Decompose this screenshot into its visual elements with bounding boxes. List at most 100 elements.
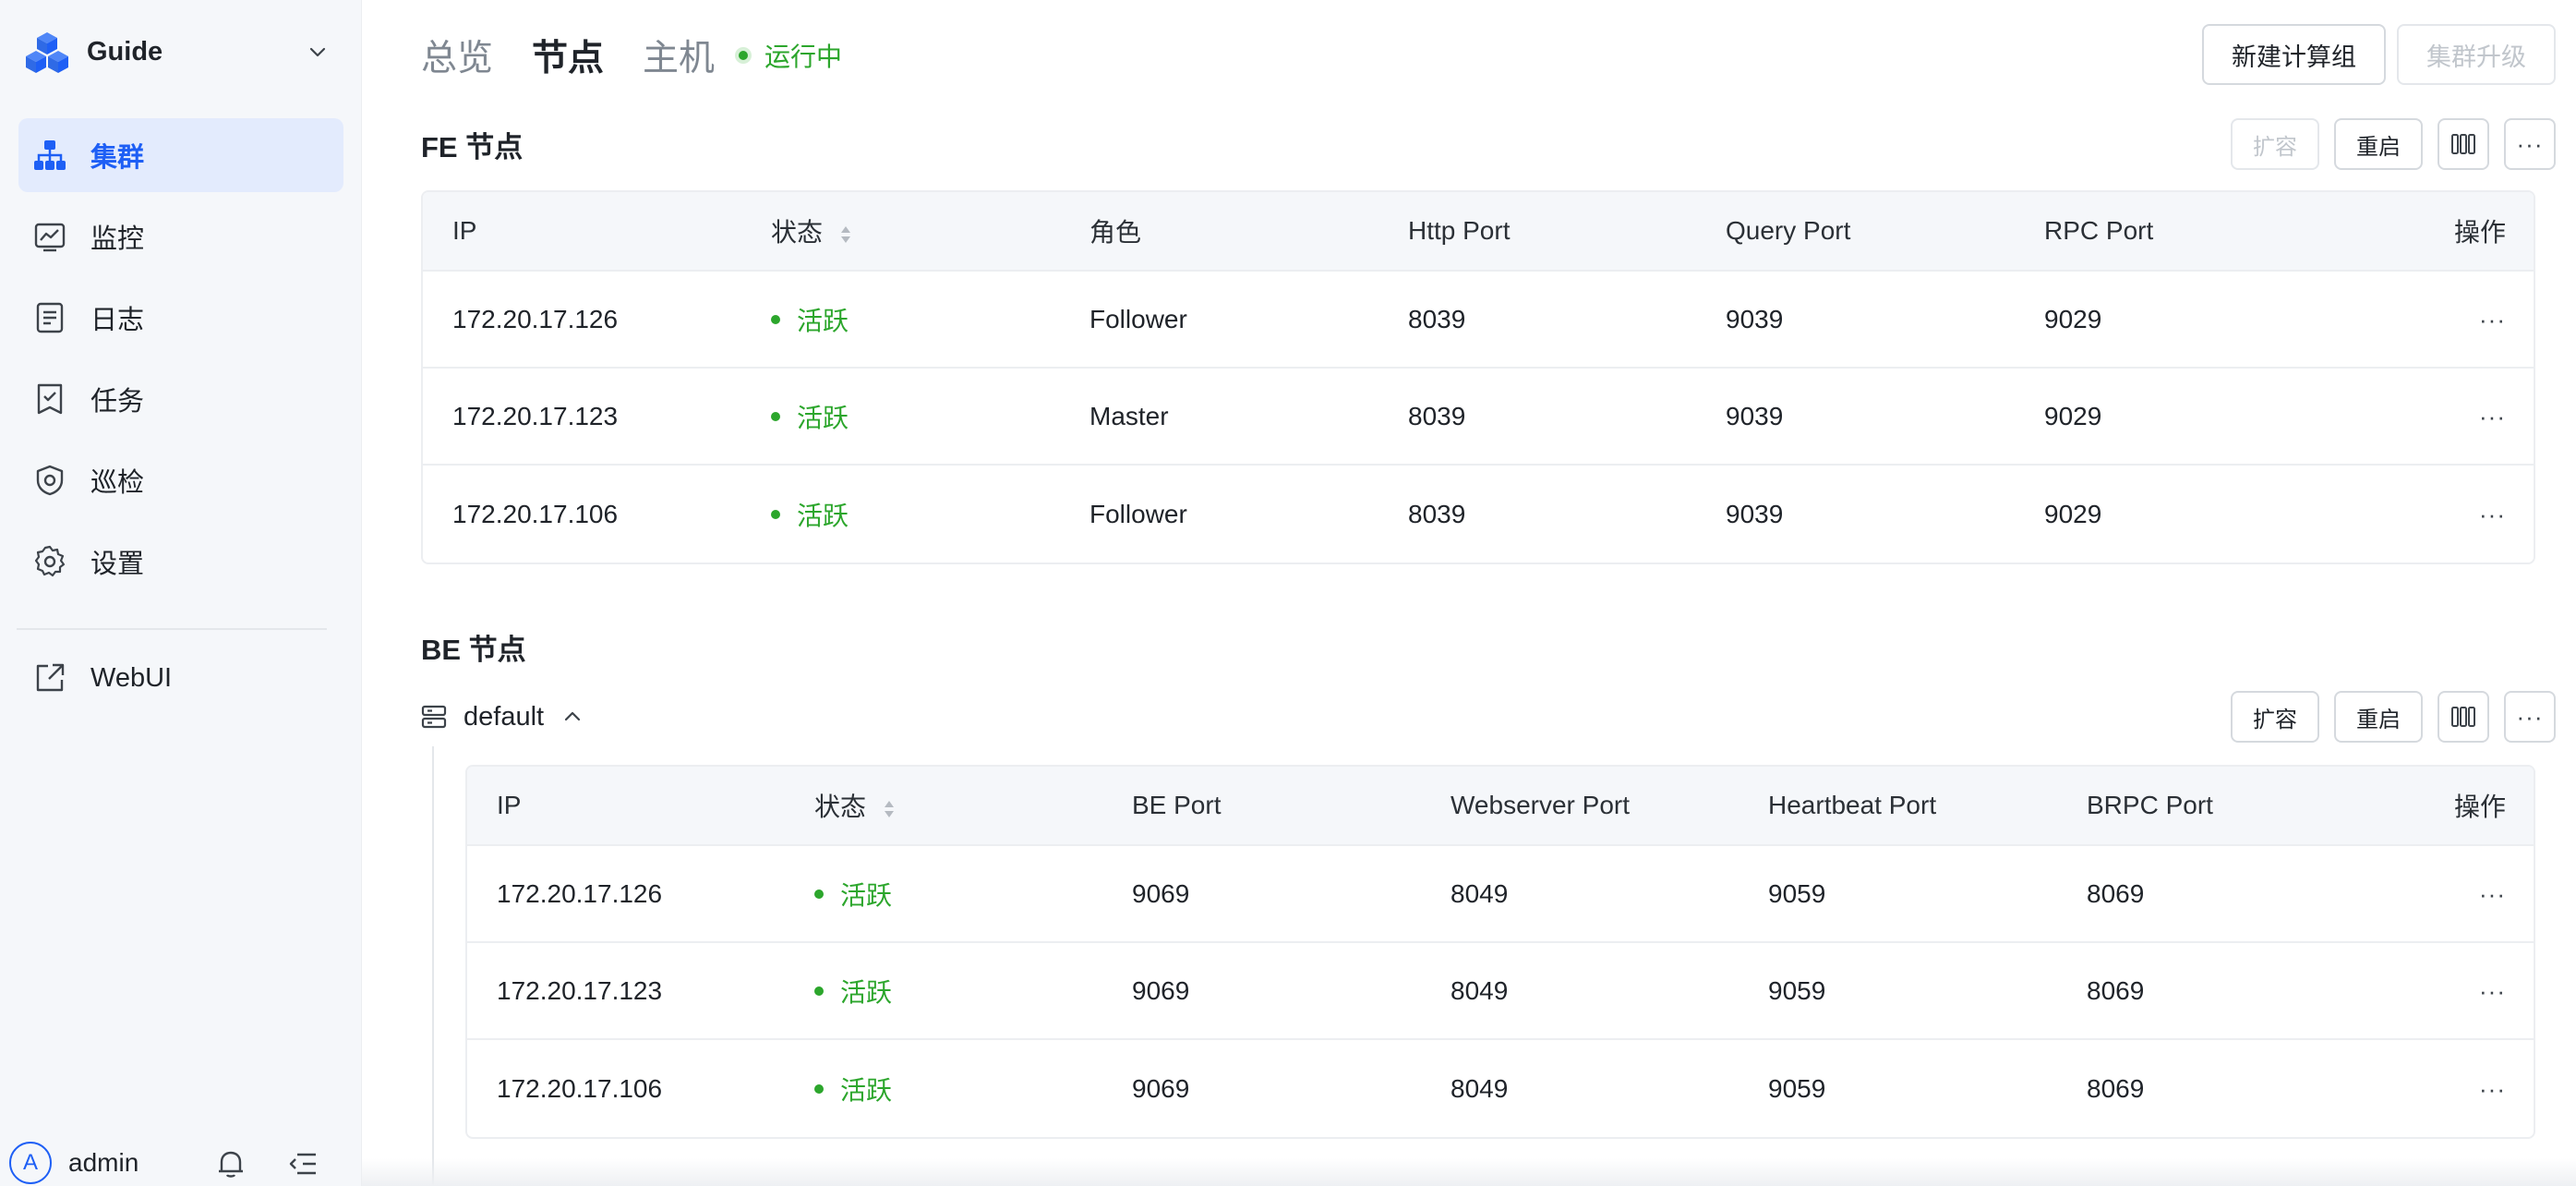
- cell-webserver-port: 8049: [1451, 1073, 1509, 1103]
- col-status[interactable]: 状态: [785, 787, 1102, 824]
- chevron-up-icon: [564, 711, 581, 721]
- col-heartbeat-port: Heartbeat Port: [1768, 791, 1937, 819]
- sidebar-item-label: 巡检: [90, 468, 145, 498]
- cell-ops: ···: [2333, 402, 2534, 431]
- tab-nodes[interactable]: 节点: [532, 30, 604, 81]
- status-badge: 活跃: [771, 398, 849, 435]
- cell-ip: 172.20.17.106: [497, 1073, 663, 1103]
- sidebar-item-log[interactable]: 日志: [18, 281, 343, 355]
- col-ops: 操作: [2453, 793, 2506, 821]
- col-rpc-port: RPC Port: [2044, 216, 2154, 245]
- cell-rpc-port: 9029: [2044, 401, 2102, 430]
- webui-link[interactable]: WebUI: [18, 641, 343, 715]
- sort-icon[interactable]: [839, 224, 852, 245]
- chevron-down-icon: [309, 47, 326, 57]
- cell-ops: ···: [2375, 976, 2534, 1006]
- be-columns-button[interactable]: [2438, 691, 2489, 743]
- fe-more-button[interactable]: ···: [2504, 118, 2556, 170]
- fe-restart-button[interactable]: 重启: [2334, 118, 2423, 170]
- be-restart-button[interactable]: 重启: [2334, 691, 2423, 743]
- cell-heartbeat-port: 9059: [1768, 878, 1826, 908]
- scroll-shadow: [362, 1158, 2576, 1186]
- cluster-icon: [31, 137, 68, 174]
- col-status-label: 状态: [771, 218, 824, 247]
- cell-brpc-port: 8069: [2087, 878, 2145, 908]
- sidebar-item-task[interactable]: 任务: [18, 362, 343, 436]
- cell-role: Follower: [1089, 304, 1187, 333]
- row-more-icon[interactable]: ···: [2479, 880, 2506, 908]
- bell-icon[interactable]: [214, 1147, 247, 1180]
- sidebar-divider: [17, 628, 327, 630]
- cell-be-port: 9069: [1132, 975, 1190, 1005]
- sidebar-item-cluster[interactable]: 集群: [18, 118, 343, 192]
- status-badge: 活跃: [814, 876, 892, 913]
- sidebar-item-webui[interactable]: WebUI: [18, 641, 343, 715]
- row-more-icon[interactable]: ···: [2479, 403, 2506, 430]
- table-row: 172.20.17.106 活跃 Follower 8039 9039 9029…: [423, 466, 2534, 563]
- cell-ip: 172.20.17.126: [452, 304, 619, 333]
- cell-status: 活跃: [741, 398, 1060, 435]
- sidebar-item-label: WebUI: [90, 662, 173, 693]
- collapse-menu-icon[interactable]: [286, 1147, 319, 1180]
- be-more-button[interactable]: ···: [2504, 691, 2556, 743]
- row-more-icon[interactable]: ···: [2479, 306, 2506, 333]
- cell-role: Master: [1089, 401, 1169, 430]
- row-more-icon[interactable]: ···: [2479, 501, 2506, 528]
- status-badge: 活跃: [814, 973, 892, 1010]
- col-ops: 操作: [2453, 218, 2506, 247]
- table-row: 172.20.17.123 活跃 Master 8039 9039 9029 ·…: [423, 369, 2534, 466]
- sidebar-item-inspect[interactable]: 巡检: [18, 443, 343, 517]
- fe-table: IP 状态 角色 Http Port Query Port RPC Port 操…: [421, 190, 2535, 564]
- cell-ip: 172.20.17.123: [452, 401, 619, 430]
- tab-overview[interactable]: 总览: [421, 30, 493, 81]
- monitor-icon: [31, 218, 68, 255]
- be-section-title: BE 节点: [421, 634, 526, 666]
- cell-heartbeat-port: 9059: [1768, 975, 1826, 1005]
- cell-ip: 172.20.17.106: [452, 499, 619, 528]
- row-more-icon[interactable]: ···: [2479, 977, 2506, 1005]
- user-name[interactable]: admin: [68, 1148, 138, 1178]
- log-icon: [31, 299, 68, 336]
- header-tabs: 总览 节点 主机 运行中: [421, 28, 842, 83]
- table-row: 172.20.17.126 活跃 Follower 8039 9039 9029…: [423, 272, 2534, 369]
- cell-status: 活跃: [785, 876, 1102, 913]
- cell-be-port: 9069: [1132, 878, 1190, 908]
- external-link-icon: [31, 660, 68, 696]
- sidebar-item-label: 日志: [90, 306, 145, 335]
- cell-ops: ···: [2375, 1074, 2534, 1104]
- col-status[interactable]: 状态: [741, 212, 1060, 249]
- table-row: 172.20.17.123 活跃 9069 8049 9059 8069 ···: [467, 943, 2534, 1040]
- cell-ip: 172.20.17.123: [497, 975, 663, 1005]
- cell-query-port: 9039: [1726, 401, 1784, 430]
- cell-query-port: 9039: [1726, 304, 1784, 333]
- gear-icon: [31, 543, 68, 580]
- compute-group-toggle[interactable]: default: [421, 698, 583, 735]
- cell-webserver-port: 8049: [1451, 975, 1509, 1005]
- header-actions: 新建计算组 集群升级: [2202, 24, 2556, 85]
- row-more-icon[interactable]: ···: [2479, 1075, 2506, 1103]
- sidebar-footer: A admin: [9, 1140, 353, 1186]
- table-header: IP 状态 角色 Http Port Query Port RPC Port 操…: [423, 192, 2534, 272]
- columns-icon: [2451, 134, 2475, 154]
- new-compute-group-button[interactable]: 新建计算组: [2202, 24, 2386, 85]
- sidebar-nav: 集群 监控 日志 任务 巡检 设置: [0, 118, 362, 606]
- server-icon: [421, 705, 447, 729]
- main-content: 总览 节点 主机 运行中 新建计算组 集群升级 FE 节点 扩容 重启 ··· …: [362, 0, 2576, 1186]
- tab-hosts[interactable]: 主机: [643, 30, 715, 81]
- cell-query-port: 9039: [1726, 499, 1784, 528]
- col-ip: IP: [497, 791, 522, 819]
- sort-icon[interactable]: [883, 799, 896, 819]
- avatar[interactable]: A: [9, 1142, 52, 1184]
- sidebar-item-label: 监控: [90, 224, 145, 254]
- table-header: IP 状态 BE Port Webserver Port Heartbeat P…: [467, 767, 2534, 846]
- be-scale-button[interactable]: 扩容: [2231, 691, 2319, 743]
- sidebar-item-settings[interactable]: 设置: [18, 525, 343, 599]
- sidebar-item-monitor[interactable]: 监控: [18, 200, 343, 273]
- cluster-upgrade-button[interactable]: 集群升级: [2397, 24, 2556, 85]
- col-be-port: BE Port: [1132, 791, 1222, 819]
- fe-scale-button[interactable]: 扩容: [2231, 118, 2319, 170]
- cluster-switcher[interactable]: Guide: [26, 28, 336, 76]
- fe-columns-button[interactable]: [2438, 118, 2489, 170]
- cell-be-port: 9069: [1132, 1073, 1190, 1103]
- col-brpc-port: BRPC Port: [2087, 791, 2213, 819]
